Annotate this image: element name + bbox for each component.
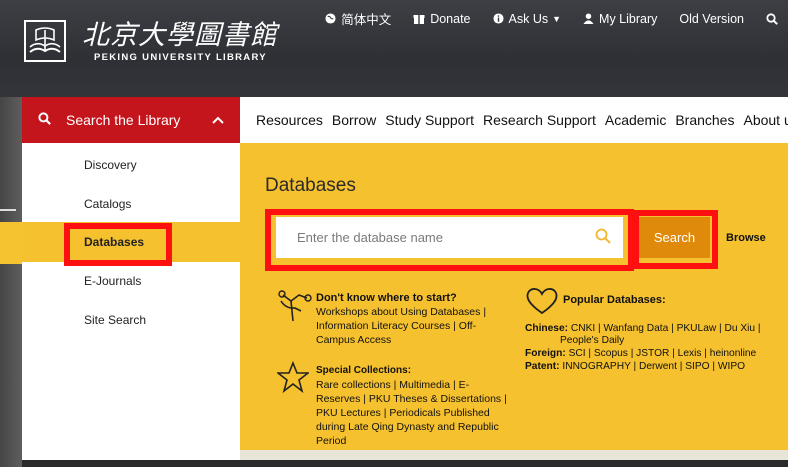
- user-icon: [583, 13, 594, 24]
- gift-icon: [413, 15, 425, 24]
- foreign-label: Foreign:: [525, 348, 566, 359]
- search-icon: [595, 228, 611, 244]
- language-link[interactable]: 简体中文: [325, 9, 391, 28]
- background-highlight: [0, 222, 22, 264]
- getting-started-line[interactable]: Workshops about Using Databases |: [316, 305, 486, 319]
- getting-started-line[interactable]: Campus Access: [316, 333, 486, 347]
- site-search-button[interactable]: [766, 9, 778, 28]
- chevron-up-icon: [212, 116, 224, 124]
- panel-footer-strip: [240, 450, 788, 460]
- site-header: 北京大學圖書館 PEKING UNIVERSITY LIBRARY 简体中文 D…: [0, 0, 788, 97]
- special-collections-title: Special Collections:: [316, 365, 412, 376]
- special-collections-line[interactable]: Reserves | PKU Theses & Dissertations |: [316, 392, 507, 406]
- donate-link[interactable]: Donate: [413, 9, 471, 28]
- search-icon: [766, 12, 778, 25]
- top-utility-nav: 简体中文 Donate Ask Us ▼ My Library Old Vers…: [325, 9, 788, 28]
- my-library-label: My Library: [599, 11, 658, 26]
- chinese-databases[interactable]: CNKI | Wanfang Data | PKULaw | Du Xiu |: [571, 323, 761, 334]
- old-version-link[interactable]: Old Version: [679, 9, 744, 28]
- popular-patent-line: Patent: INNOGRAPHY | Derwent | SIPO | WI…: [525, 361, 745, 374]
- nav-about-us[interactable]: About us: [743, 112, 788, 128]
- nav-research-support[interactable]: Research Support: [483, 112, 596, 128]
- special-collections-block: Special Collections: Rare collections | …: [316, 364, 507, 448]
- divider: [0, 209, 16, 211]
- star-icon: [277, 361, 309, 393]
- special-collections-line[interactable]: Rare collections | Multimedia | E-: [316, 378, 507, 392]
- menu-item-e-journals[interactable]: E-Journals: [22, 261, 240, 301]
- globe-icon: [325, 13, 336, 24]
- menu-item-databases[interactable]: Databases: [22, 222, 240, 262]
- search-icon: [37, 112, 51, 125]
- getting-started-line[interactable]: Information Literacy Courses | Off-: [316, 319, 486, 333]
- menu-item-discovery[interactable]: Discovery: [22, 145, 240, 185]
- signpost-icon: [278, 290, 312, 322]
- nav-resources[interactable]: Resources: [256, 112, 323, 128]
- nav-borrow[interactable]: Borrow: [332, 112, 376, 128]
- database-search-input[interactable]: [276, 217, 623, 258]
- background-strip: [0, 97, 22, 467]
- chevron-down-icon: ▼: [552, 13, 562, 24]
- ask-us-label: Ask Us: [508, 11, 549, 26]
- info-icon: [492, 13, 504, 24]
- patent-label: Patent:: [525, 361, 560, 372]
- browse-link[interactable]: Browse: [726, 232, 766, 244]
- language-label: 简体中文: [341, 13, 392, 27]
- nav-academic[interactable]: Academic: [605, 112, 666, 128]
- special-collections-line[interactable]: Period: [316, 434, 507, 448]
- patent-databases[interactable]: INNOGRAPHY | Derwent | SIPO | WIPO: [562, 361, 745, 372]
- popular-databases-title: Popular Databases:: [563, 294, 666, 306]
- donate-label: Donate: [430, 11, 471, 26]
- nav-study-support[interactable]: Study Support: [385, 112, 474, 128]
- my-library-link[interactable]: My Library: [583, 9, 657, 28]
- chinese-databases-cont[interactable]: People's Daily: [560, 335, 624, 348]
- library-logo[interactable]: 北京大學圖書館 PEKING UNIVERSITY LIBRARY: [22, 18, 278, 64]
- main-navigation: Resources Borrow Study Support Research …: [240, 97, 788, 143]
- logo-chinese-name: 北京大學圖書館: [82, 19, 278, 51]
- getting-started-block: Don't know where to start? Workshops abo…: [316, 291, 486, 347]
- popular-foreign-line: Foreign: SCI | Scopus | JSTOR | Lexis | …: [525, 348, 756, 361]
- search-the-library-toggle[interactable]: Search the Library: [22, 97, 240, 143]
- heart-icon: [526, 288, 558, 315]
- getting-started-title: Don't know where to start?: [316, 292, 457, 304]
- search-the-library-label: Search the Library: [66, 112, 181, 128]
- databases-panel: Databases Search Browse Don't know where…: [240, 143, 788, 450]
- search-button[interactable]: Search: [639, 217, 710, 258]
- special-collections-line[interactable]: during Late Qing Dynasty and Republic: [316, 420, 507, 434]
- page-title: Databases: [265, 175, 356, 196]
- search-library-menu: Discovery Catalogs Databases E-Journals …: [22, 143, 240, 460]
- ask-us-dropdown[interactable]: Ask Us ▼: [492, 9, 562, 28]
- logo-english-name: PEKING UNIVERSITY LIBRARY: [94, 51, 267, 63]
- chinese-label: Chinese:: [525, 323, 569, 334]
- library-emblem-icon: [24, 20, 66, 62]
- popular-chinese-line: Chinese: CNKI | Wanfang Data | PKULaw | …: [525, 323, 761, 336]
- menu-item-catalogs[interactable]: Catalogs: [22, 184, 240, 224]
- foreign-databases[interactable]: SCI | Scopus | JSTOR | Lexis | heinonlin…: [569, 348, 757, 359]
- old-version-label: Old Version: [679, 11, 744, 26]
- nav-branches[interactable]: Branches: [675, 112, 734, 128]
- special-collections-line[interactable]: PKU Lectures | Periodicals Published: [316, 406, 507, 420]
- menu-item-site-search[interactable]: Site Search: [22, 300, 240, 340]
